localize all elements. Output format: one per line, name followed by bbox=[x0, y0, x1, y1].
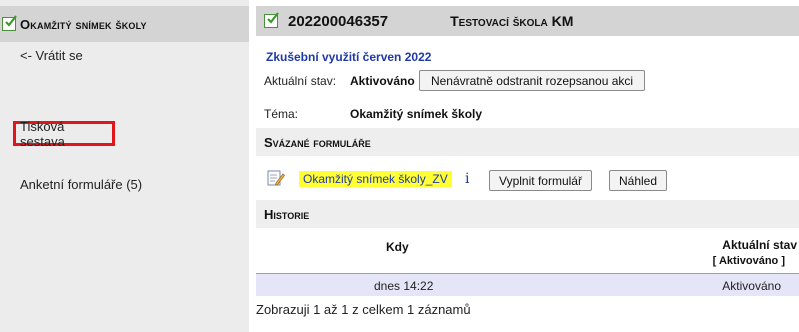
exam-title: Zkušební využití červen 2022 bbox=[266, 50, 432, 64]
paging-info: Zobrazuji 1 až 1 z celkem 1 záznamů bbox=[256, 302, 471, 317]
sidebar-header: Okamžitý snímek školy bbox=[0, 6, 249, 42]
column-header-when[interactable]: Kdy bbox=[386, 240, 409, 254]
survey-forms-link[interactable]: Anketní formuláře (5) bbox=[20, 177, 142, 192]
record-id: 202200046357 bbox=[288, 12, 389, 30]
school-name: Testovací škola KM bbox=[450, 13, 574, 29]
state-value: Aktivováno bbox=[350, 74, 415, 88]
cell-when: dnes 14:22 bbox=[374, 279, 434, 293]
delete-action-button[interactable]: Nenávratně odstranit rozepsanou akci bbox=[419, 70, 645, 91]
preview-button[interactable]: Náhled bbox=[609, 170, 667, 191]
topic-label: Téma: bbox=[264, 107, 299, 121]
state-label: Aktuální stav: bbox=[264, 74, 337, 88]
main-header: 202200046357 Testovací škola KM bbox=[256, 6, 799, 36]
main-panel: 202200046357 Testovací škola KM Zkušební… bbox=[256, 0, 799, 332]
check-square-icon bbox=[2, 15, 17, 31]
linked-forms-heading: Svázané formuláře bbox=[256, 128, 799, 156]
info-icon[interactable]: i bbox=[465, 171, 469, 187]
fill-form-button[interactable]: Vyplnit formulář bbox=[489, 170, 592, 191]
print-report-link[interactable]: Tisková sestava bbox=[13, 119, 115, 149]
column-header-state[interactable]: Aktuální stav bbox=[722, 238, 797, 252]
linked-form-name[interactable]: Okamžitý snímek školy_ZV bbox=[299, 171, 452, 187]
topic-value: Okamžitý snímek školy bbox=[350, 107, 483, 121]
sidebar-title: Okamžitý snímek školy bbox=[20, 16, 147, 32]
sidebar: Okamžitý snímek školy <- Vrátit se Tisko… bbox=[0, 0, 249, 332]
table-row: dnes 14:22 Aktivováno bbox=[256, 274, 799, 296]
cell-state: Aktivováno bbox=[722, 279, 781, 293]
back-link[interactable]: <- Vrátit se bbox=[20, 48, 83, 63]
edit-document-icon bbox=[267, 169, 286, 190]
check-square-icon bbox=[264, 12, 279, 28]
history-table-header: Kdy Aktuální stav [ Aktivováno ] bbox=[256, 234, 799, 275]
state-filter[interactable]: [ Aktivováno ] bbox=[713, 255, 785, 267]
history-heading: Historie bbox=[256, 200, 799, 228]
